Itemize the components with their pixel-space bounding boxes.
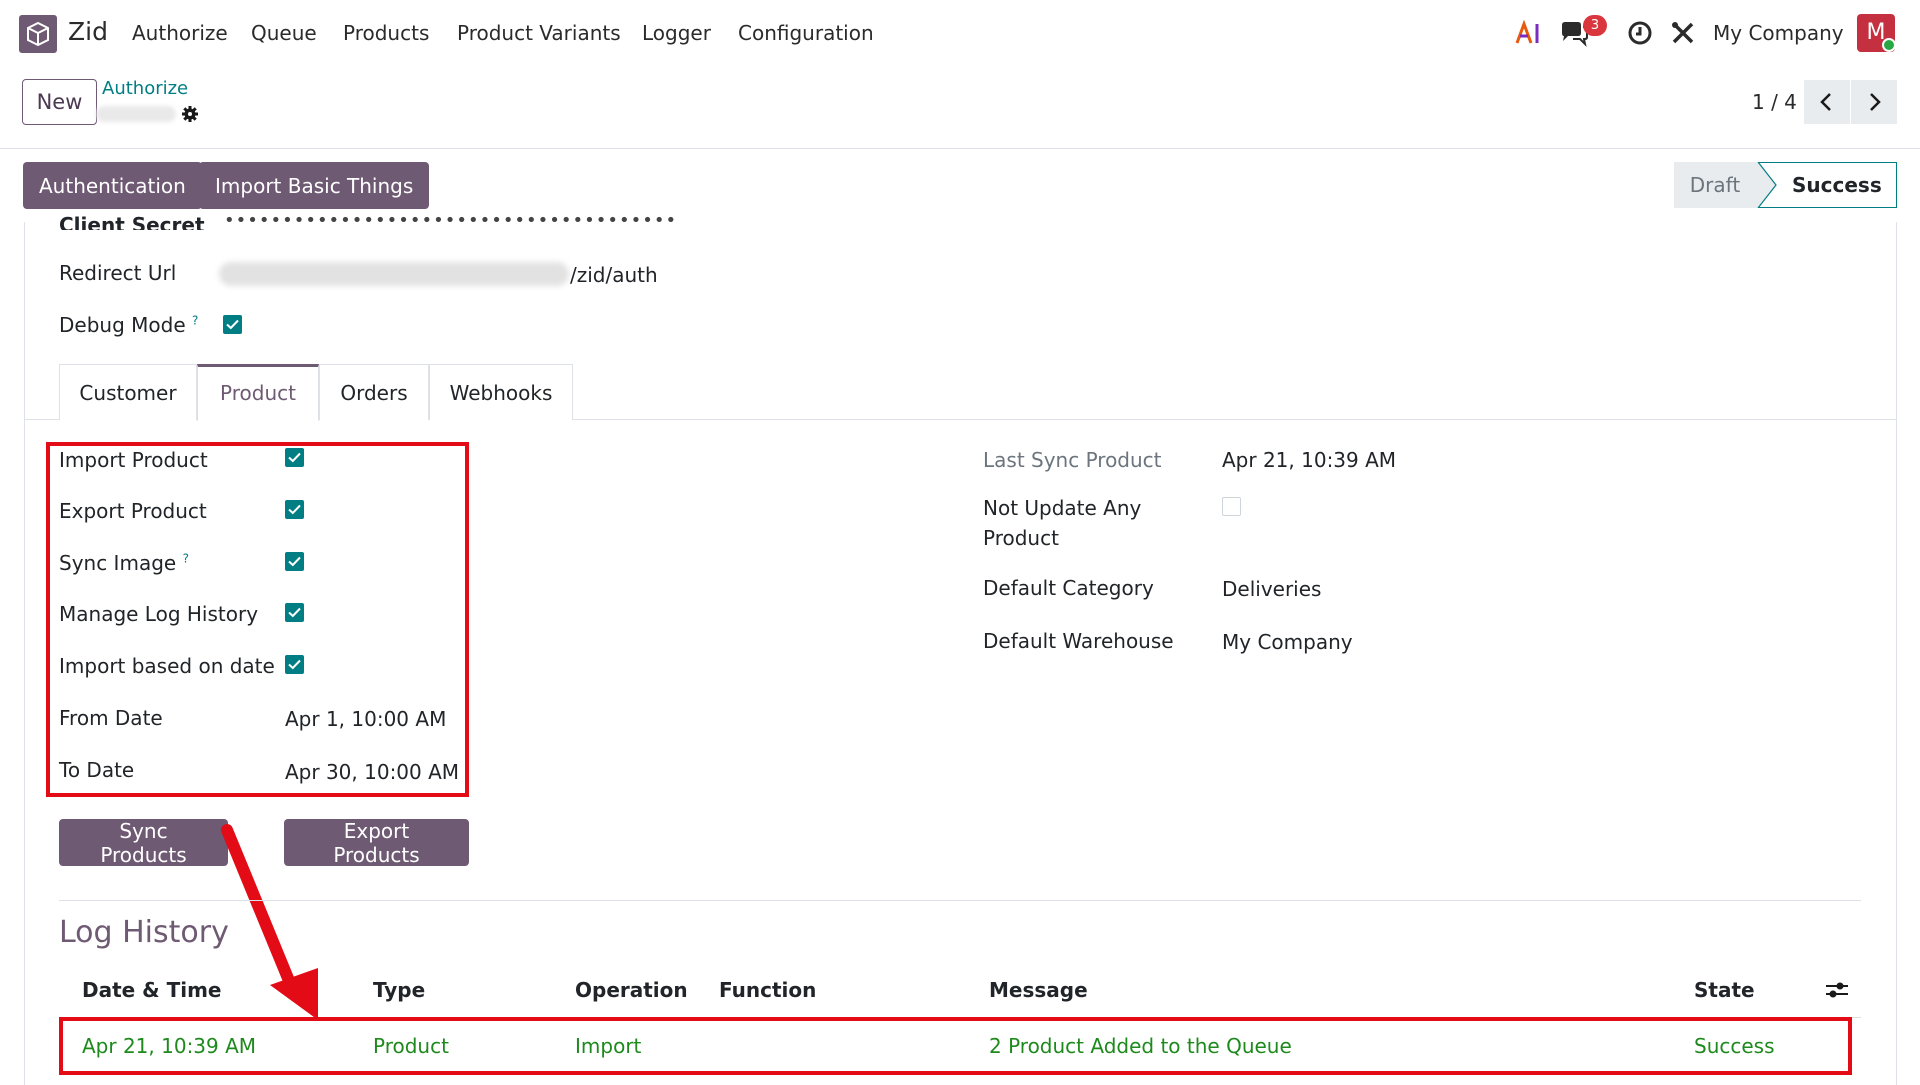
debug-mode-label: Debug Mode ? — [59, 313, 198, 337]
menu-product-variants[interactable]: Product Variants — [457, 21, 621, 45]
tab-orders[interactable]: Orders — [319, 364, 429, 420]
online-status-dot — [1882, 38, 1896, 52]
not-update-any-product-label-line2: Product — [983, 526, 1059, 550]
gear-icon[interactable] — [181, 104, 199, 128]
stage-arrow-icon — [1756, 162, 1777, 208]
ai-icon[interactable] — [1512, 17, 1544, 49]
divider — [0, 148, 1920, 149]
import-basic-things-button[interactable]: Import Basic Things — [199, 162, 430, 209]
clock-icon[interactable] — [1624, 17, 1656, 49]
tab-webhooks[interactable]: Webhooks — [429, 364, 573, 420]
column-settings-icon[interactable] — [1824, 978, 1850, 1007]
last-sync-product-value: Apr 21, 10:39 AM — [1222, 448, 1397, 472]
menu-products[interactable]: Products — [343, 21, 429, 45]
highlight-box — [59, 1017, 1852, 1075]
tab-product[interactable]: Product — [197, 364, 319, 421]
not-update-any-product-label-line1: Not Update Any — [983, 496, 1142, 520]
tools-icon[interactable] — [1667, 17, 1699, 49]
debug-mode-text: Debug Mode — [59, 313, 186, 337]
pager-previous-button[interactable] — [1804, 80, 1850, 124]
menu-queue[interactable]: Queue — [251, 21, 317, 45]
breadcrumb[interactable]: Authorize — [102, 78, 188, 99]
redirect-url-blurred — [219, 262, 569, 286]
column-type[interactable]: Type — [373, 978, 425, 1002]
default-category-label: Default Category — [983, 576, 1154, 600]
help-icon[interactable]: ? — [192, 313, 198, 327]
tab-customer[interactable]: Customer — [59, 364, 197, 420]
menu-logger[interactable]: Logger — [642, 21, 711, 45]
company-switcher[interactable]: My Company — [1713, 21, 1844, 45]
app-name[interactable]: Zid — [68, 17, 108, 46]
chat-badge: 3 — [1583, 15, 1607, 36]
not-update-any-product-checkbox[interactable] — [1222, 497, 1241, 516]
record-name-blurred — [96, 106, 176, 122]
column-state[interactable]: State — [1694, 978, 1755, 1002]
column-message[interactable]: Message — [989, 978, 1088, 1002]
sheet-border — [24, 222, 25, 1085]
column-operation[interactable]: Operation — [575, 978, 688, 1002]
top-navbar: Zid Authorize Queue Products Product Var… — [0, 0, 1920, 66]
app-logo-icon[interactable] — [19, 15, 57, 53]
menu-authorize[interactable]: Authorize — [132, 21, 228, 45]
default-warehouse-label: Default Warehouse — [983, 629, 1174, 653]
new-button[interactable]: New — [22, 79, 97, 125]
section-separator — [59, 900, 1861, 901]
authentication-button[interactable]: Authentication — [23, 162, 202, 209]
column-function[interactable]: Function — [719, 978, 816, 1002]
highlight-box — [46, 442, 469, 797]
redirect-url-label: Redirect Url — [59, 261, 177, 285]
menu-configuration[interactable]: Configuration — [738, 21, 874, 45]
default-warehouse-field[interactable]: My Company — [1222, 630, 1353, 654]
client-secret-label: Client Secret — [59, 213, 205, 230]
default-category-field[interactable]: Deliveries — [1222, 577, 1321, 601]
column-date-time[interactable]: Date & Time — [82, 978, 222, 1002]
client-secret-input[interactable]: ••••••••••••••••••••••••••••••••••••••• — [224, 210, 677, 231]
last-sync-product-label: Last Sync Product — [983, 448, 1162, 472]
pager-next-button[interactable] — [1851, 80, 1897, 124]
log-history-title: Log History — [59, 915, 229, 950]
sync-products-button[interactable]: Sync Products — [59, 819, 228, 867]
sheet-border — [1896, 222, 1897, 1085]
stage-draft[interactable]: Draft — [1674, 162, 1756, 208]
debug-mode-checkbox[interactable] — [223, 315, 242, 334]
redirect-url-value[interactable]: /zid/auth — [570, 263, 658, 287]
pager-value[interactable]: 1 / 4 — [1752, 90, 1797, 114]
